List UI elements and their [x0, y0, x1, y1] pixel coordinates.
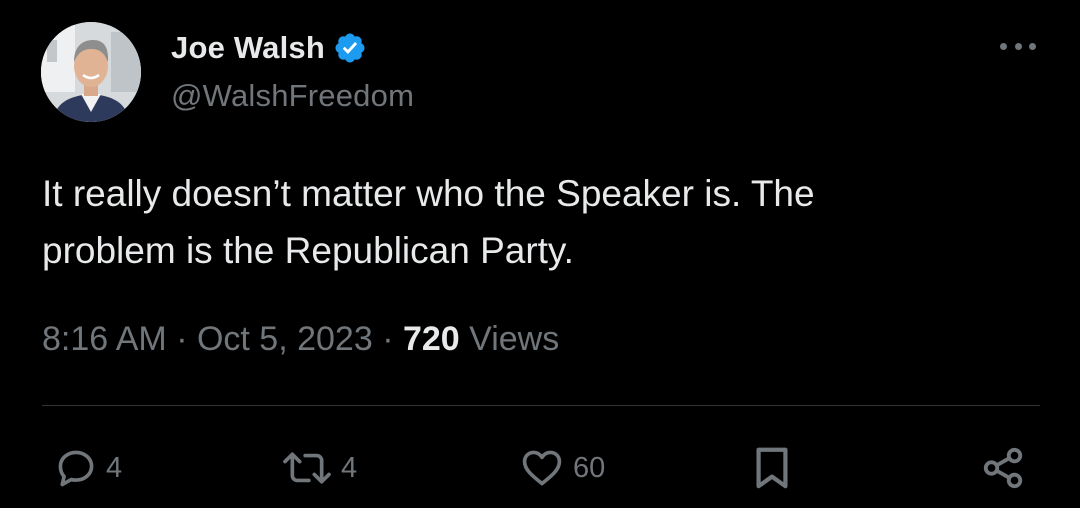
bookmark-button[interactable]	[752, 440, 792, 496]
views-label[interactable]: Views	[460, 320, 559, 358]
avatar[interactable]	[41, 22, 141, 122]
like-count: 60	[573, 451, 606, 484]
dot	[1029, 42, 1036, 50]
retweet-button[interactable]: 4	[281, 440, 357, 496]
tweet-text-line: problem is the Republican Party.	[42, 230, 574, 271]
tweet-time[interactable]: 8:16 AM	[42, 320, 167, 358]
share-button[interactable]	[980, 440, 1026, 496]
author-name-row[interactable]: Joe Walsh	[171, 28, 367, 68]
bookmark-icon	[756, 447, 788, 489]
display-name[interactable]: Joe Walsh	[171, 30, 325, 66]
tweet-text-line: It really doesn’t matter who the Speaker…	[42, 173, 815, 214]
verified-badge-icon[interactable]	[333, 31, 367, 65]
divider	[42, 405, 1040, 406]
tweet-text: It really doesn’t matter who the Speaker…	[42, 165, 1042, 279]
reply-button[interactable]: 4	[54, 440, 122, 496]
meta-separator: ·	[372, 320, 403, 358]
tweet-meta: 8:16 AM · Oct 5, 2023 · 720 Views	[42, 320, 559, 359]
more-options-icon[interactable]	[1000, 38, 1036, 54]
heart-icon	[522, 450, 562, 486]
meta-separator: ·	[166, 320, 197, 358]
author-handle[interactable]: @WalshFreedom	[171, 78, 414, 114]
dot	[1000, 42, 1007, 50]
tweet-card: Joe Walsh @WalshFreedom It really doesn’…	[0, 0, 1080, 508]
views-count[interactable]: 720	[403, 320, 460, 358]
share-icon	[983, 447, 1023, 489]
reply-icon	[58, 450, 94, 487]
tweet-date[interactable]: Oct 5, 2023	[197, 320, 373, 358]
profile-photo-icon	[41, 22, 141, 122]
dot	[1014, 42, 1022, 50]
retweet-count: 4	[341, 451, 358, 484]
retweet-icon	[283, 452, 331, 484]
like-button[interactable]: 60	[519, 440, 605, 496]
reply-count: 4	[106, 451, 123, 484]
